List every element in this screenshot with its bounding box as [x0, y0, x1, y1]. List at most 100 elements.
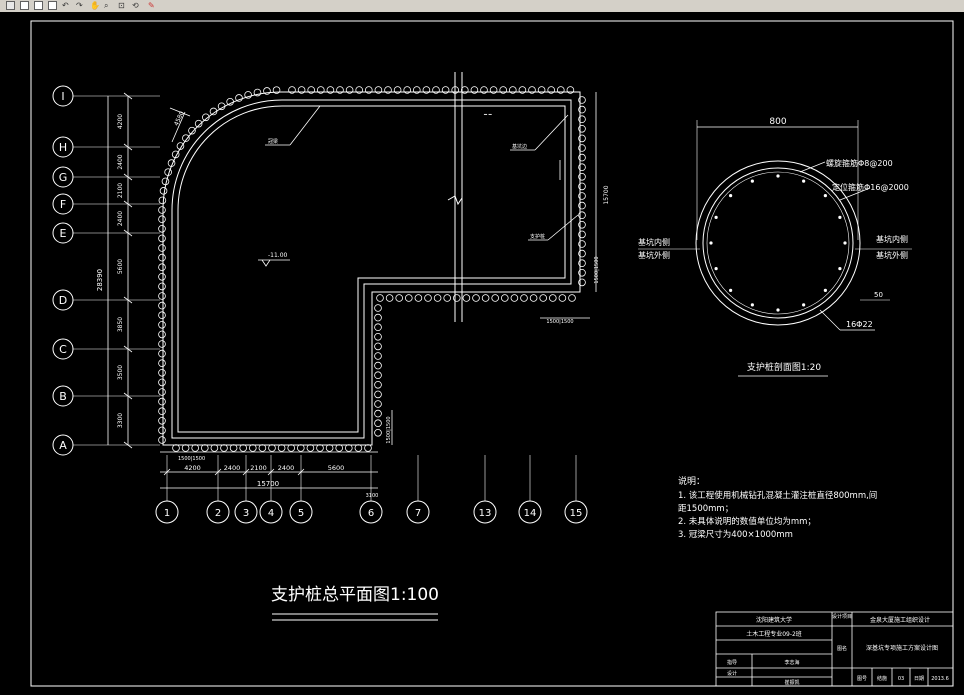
- plot-icon[interactable]: ✎: [148, 1, 157, 10]
- open-icon[interactable]: [20, 1, 29, 10]
- print-icon[interactable]: [48, 1, 57, 10]
- corner-dimension: 4580: [169, 107, 191, 143]
- undo-icon[interactable]: ↶: [62, 1, 71, 10]
- save-icon[interactable]: [34, 1, 43, 10]
- rebar: [802, 303, 806, 307]
- zoom-icon[interactable]: ⌕: [104, 1, 113, 10]
- pile: [374, 313, 382, 322]
- leader-label-pile: 支护桩: [530, 233, 545, 240]
- rebar: [823, 194, 827, 198]
- tb-project: 金泉大厦施工组织设计: [870, 616, 930, 624]
- pile: [158, 416, 166, 425]
- pile: [520, 294, 528, 302]
- note-line-4: 3. 冠梁尺寸为400×1000mm: [678, 529, 793, 540]
- section-title: 支护桩剖面图1:20: [747, 361, 821, 373]
- pile: [385, 294, 394, 302]
- pile: [253, 88, 262, 97]
- row-label: F: [60, 198, 66, 211]
- left-outer-label: 基坑外侧: [638, 250, 670, 260]
- corner-label: 4580: [173, 110, 186, 127]
- pile: [500, 294, 509, 302]
- drawing-canvas[interactable]: 冠梁 基坑边 支护桩 ━ ━ -11.00 4580 I H G F E D C B A 283…: [0, 12, 964, 691]
- pile: [249, 444, 257, 452]
- pile: [568, 294, 576, 302]
- bottom-small-label: 1500|1500: [178, 456, 205, 462]
- mid-dim-label: 1500|1500: [546, 319, 573, 325]
- col-label: 1: [164, 508, 170, 519]
- pile: [374, 323, 382, 332]
- tb-school: 沈阳建筑大学: [756, 616, 792, 624]
- spiral-stirrup: [702, 167, 854, 319]
- tb-class: 土木工程专业09-2班: [746, 630, 802, 638]
- pan-icon[interactable]: ✋: [90, 1, 100, 10]
- bottom-dim-extra: 3100: [366, 493, 379, 499]
- rebar: [823, 288, 827, 292]
- col-label: 5: [298, 508, 304, 519]
- pile: [158, 359, 166, 368]
- leader-crown-beam: [289, 105, 321, 146]
- pile: [268, 444, 276, 452]
- row-label: D: [59, 294, 67, 307]
- left-dim-chain: 4200 2400 2100 2400 5600 3850 3500 3300: [117, 114, 124, 428]
- pile: [158, 368, 166, 377]
- ring-stirrup: [706, 171, 850, 315]
- pile: [424, 294, 432, 302]
- pile: [529, 294, 538, 302]
- bottom-dim-value: 2100: [250, 464, 267, 472]
- lower-right-dim: 1500|1500: [386, 416, 392, 443]
- pile: [472, 294, 480, 302]
- rebar: [838, 267, 842, 271]
- pile: [374, 342, 382, 351]
- right-inner-label: 基坑内侧: [876, 234, 908, 244]
- col-label: 4: [268, 508, 274, 519]
- pile: [158, 340, 166, 348]
- zoom-window-icon[interactable]: ⊡: [118, 1, 127, 10]
- pile: [158, 378, 166, 387]
- redo-icon[interactable]: ↷: [76, 1, 85, 10]
- bottom-dim-total: 15700: [257, 480, 279, 488]
- tb-r3c1: 指导: [727, 659, 737, 666]
- tb-r5c4: 日期: [914, 676, 924, 682]
- note-line-2: 距1500mm；: [678, 504, 733, 514]
- leader-main-bars: [819, 309, 841, 331]
- rebar: [709, 241, 713, 245]
- pile: [220, 444, 228, 452]
- rebar: [776, 174, 780, 178]
- pile: [226, 97, 234, 106]
- tb-drawing-label: 图名: [837, 645, 847, 652]
- pile: [158, 206, 166, 214]
- pile: [491, 294, 500, 302]
- pile: [414, 294, 423, 302]
- pile: [158, 292, 166, 300]
- pile: [158, 407, 166, 416]
- tb-r5c1: 图号: [857, 676, 867, 682]
- right-dim-sub: 1500|1500: [594, 256, 600, 283]
- pile: [364, 444, 372, 452]
- new-icon[interactable]: [6, 1, 15, 10]
- pile: [158, 330, 166, 339]
- small-text: ━ ━: [483, 112, 493, 118]
- main-rebars: [709, 174, 847, 312]
- tb-r5c2: 结施: [877, 675, 887, 682]
- pile: [158, 282, 166, 291]
- rebar: [750, 303, 754, 307]
- pile: [344, 444, 353, 452]
- pile: [510, 294, 519, 302]
- row-label: E: [60, 227, 67, 240]
- pile: [374, 332, 382, 341]
- notes-heading: 说明：: [678, 475, 705, 487]
- row-label: C: [59, 343, 67, 356]
- drawing-border: [30, 20, 954, 687]
- label-spiral: 螺旋箍筋Φ8@200: [826, 158, 893, 168]
- zoom-prev-icon[interactable]: ⟲: [132, 1, 141, 10]
- title-block-text: 沈阳建筑大学 土木工程专业09-2班 设计项目 金泉大厦施工组织设计 图名 深基…: [727, 613, 949, 686]
- note-line-1: 1. 该工程使用机械钻孔混凝土灌注桩直径800mm,间: [678, 490, 877, 501]
- pile: [158, 215, 166, 224]
- plan-view: 冠梁 基坑边 支护桩 ━ ━ -11.00 4580 I H G F E D C B A 283…: [52, 72, 610, 621]
- pile: [481, 294, 490, 302]
- rebar: [750, 179, 754, 183]
- pile: [158, 263, 166, 272]
- pile: [239, 444, 248, 452]
- pile: [172, 444, 180, 452]
- note-line-3: 2. 未具体说明的数值单位均为mm；: [678, 516, 816, 527]
